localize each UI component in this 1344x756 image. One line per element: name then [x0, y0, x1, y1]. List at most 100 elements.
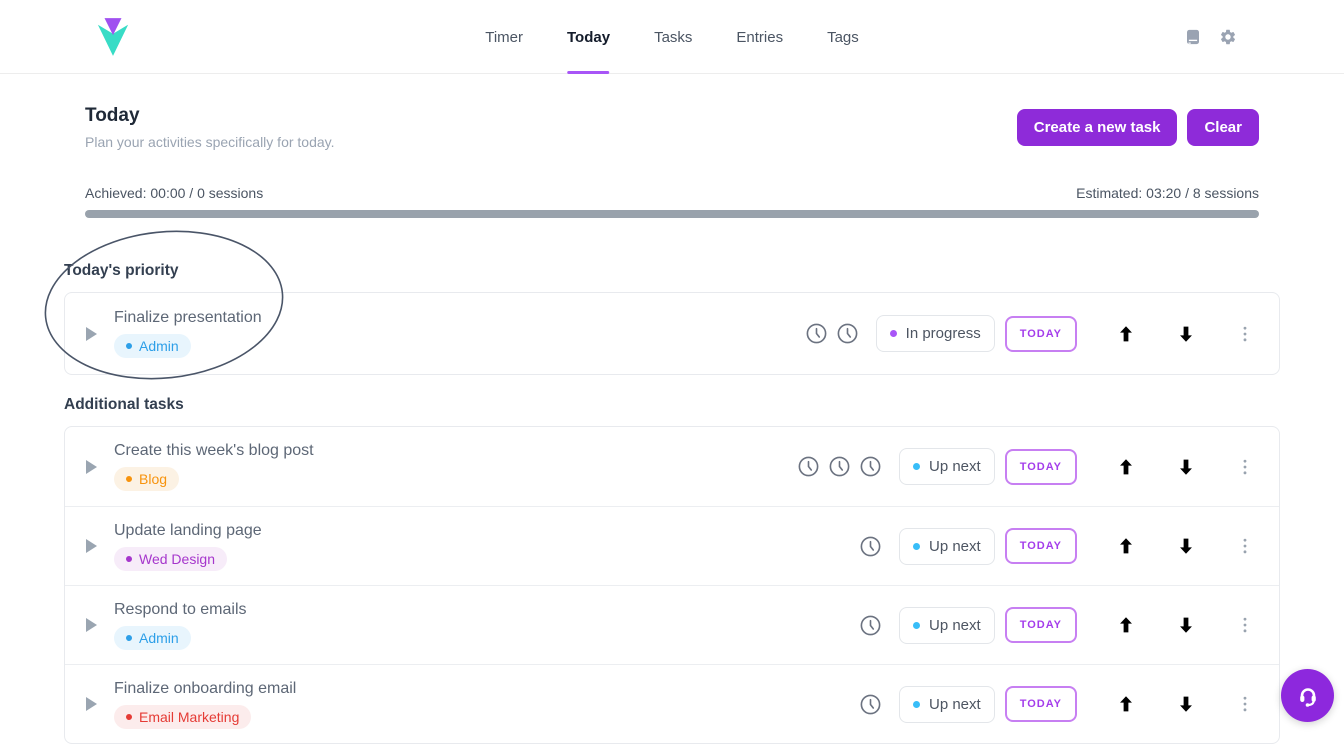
tag-dot	[126, 714, 132, 720]
tab-timer[interactable]: Timer	[485, 0, 523, 74]
status-dot	[913, 622, 920, 629]
app-logo-icon[interactable]	[96, 17, 130, 57]
clock-icon	[797, 455, 820, 478]
task-title: Update landing page	[114, 522, 262, 540]
tag-dot	[126, 476, 132, 482]
top-navbar: Timer Today Tasks Entries Tags	[0, 0, 1344, 74]
today-button[interactable]: TODAY	[1005, 686, 1077, 722]
today-button[interactable]: TODAY	[1005, 607, 1077, 643]
move-up-button[interactable]	[1115, 614, 1137, 636]
status-dot	[913, 701, 920, 708]
play-icon[interactable]	[86, 327, 97, 341]
move-up-button[interactable]	[1115, 456, 1137, 478]
clock-icon	[859, 693, 882, 716]
tag-dot	[126, 556, 132, 562]
status-label: Up next	[929, 696, 981, 713]
progress-bar	[85, 210, 1259, 218]
task-title: Create this week's blog post	[114, 442, 314, 460]
priority-section-heading: Today's priority	[64, 262, 1280, 280]
tab-entries[interactable]: Entries	[736, 0, 783, 74]
clock-icon	[805, 322, 828, 345]
status-badge[interactable]: Up next	[899, 528, 995, 565]
status-label: Up next	[929, 538, 981, 555]
clock-icon	[859, 535, 882, 558]
priority-task-card: Finalize presentation Admin In progress …	[64, 292, 1280, 375]
headset-icon	[1294, 682, 1322, 710]
task-menu-button[interactable]	[1235, 614, 1255, 636]
task-tag[interactable]: Blog	[114, 467, 179, 491]
play-icon[interactable]	[86, 460, 97, 474]
status-badge[interactable]: Up next	[899, 607, 995, 644]
estimated-label: Estimated: 03:20 / 8 sessions	[1076, 185, 1259, 201]
tab-tasks[interactable]: Tasks	[654, 0, 692, 74]
tag-label: Admin	[139, 338, 179, 354]
tab-label: Tasks	[654, 29, 692, 46]
task-menu-button[interactable]	[1235, 693, 1255, 715]
tab-label: Timer	[485, 29, 523, 46]
tab-today[interactable]: Today	[567, 0, 610, 74]
session-clocks	[859, 614, 882, 637]
today-button[interactable]: TODAY	[1005, 449, 1077, 485]
sessions-progress: Achieved: 00:00 / 0 sessions Estimated: …	[85, 185, 1259, 218]
clear-button[interactable]: Clear	[1187, 109, 1259, 146]
task-row: Update landing page Wed Design Up next T…	[65, 506, 1279, 585]
status-badge[interactable]: In progress	[876, 315, 995, 352]
session-clocks	[859, 693, 882, 716]
support-chat-button[interactable]	[1281, 669, 1334, 722]
status-dot	[913, 463, 920, 470]
task-row: Respond to emails Admin Up next TODAY	[65, 585, 1279, 664]
clock-icon	[836, 322, 859, 345]
status-label: Up next	[929, 458, 981, 475]
tab-label: Today	[567, 29, 610, 46]
play-icon[interactable]	[86, 618, 97, 632]
status-dot	[890, 330, 897, 337]
task-tag[interactable]: Wed Design	[114, 547, 227, 571]
task-tag[interactable]: Admin	[114, 334, 191, 358]
task-tag[interactable]: Email Marketing	[114, 705, 251, 729]
today-button[interactable]: TODAY	[1005, 528, 1077, 564]
tab-label: Tags	[827, 29, 859, 46]
move-down-button[interactable]	[1175, 323, 1197, 345]
task-title: Finalize presentation	[114, 309, 262, 327]
play-icon[interactable]	[86, 539, 97, 553]
session-clocks	[805, 322, 859, 345]
tag-label: Blog	[139, 471, 167, 487]
create-task-button[interactable]: Create a new task	[1017, 109, 1178, 146]
tag-label: Admin	[139, 630, 179, 646]
page-subtitle: Plan your activities specifically for to…	[85, 134, 335, 150]
gear-icon[interactable]	[1219, 28, 1237, 46]
tab-label: Entries	[736, 29, 783, 46]
tag-dot	[126, 635, 132, 641]
main-nav: Timer Today Tasks Entries Tags	[485, 0, 859, 74]
play-icon[interactable]	[86, 697, 97, 711]
move-down-button[interactable]	[1175, 614, 1197, 636]
move-down-button[interactable]	[1175, 535, 1197, 557]
status-badge[interactable]: Up next	[899, 448, 995, 485]
status-label: Up next	[929, 617, 981, 634]
status-badge[interactable]: Up next	[899, 686, 995, 723]
task-menu-button[interactable]	[1235, 456, 1255, 478]
task-title: Respond to emails	[114, 601, 247, 619]
tag-dot	[126, 343, 132, 349]
move-down-button[interactable]	[1175, 693, 1197, 715]
today-button[interactable]: TODAY	[1005, 316, 1077, 352]
move-up-button[interactable]	[1115, 535, 1137, 557]
achieved-label: Achieved: 00:00 / 0 sessions	[85, 185, 263, 201]
move-down-button[interactable]	[1175, 456, 1197, 478]
journal-icon[interactable]	[1184, 28, 1202, 46]
tag-label: Email Marketing	[139, 709, 239, 725]
clock-icon	[859, 455, 882, 478]
status-dot	[913, 543, 920, 550]
tab-tags[interactable]: Tags	[827, 0, 859, 74]
active-tab-underline	[568, 71, 610, 74]
additional-section-heading: Additional tasks	[64, 396, 1280, 414]
task-menu-button[interactable]	[1235, 323, 1255, 345]
task-tag[interactable]: Admin	[114, 626, 191, 650]
move-up-button[interactable]	[1115, 693, 1137, 715]
status-label: In progress	[906, 325, 981, 342]
task-title: Finalize onboarding email	[114, 680, 296, 698]
main-content: Today Plan your activities specifically …	[64, 105, 1280, 744]
move-up-button[interactable]	[1115, 323, 1137, 345]
session-clocks	[859, 535, 882, 558]
task-menu-button[interactable]	[1235, 535, 1255, 557]
